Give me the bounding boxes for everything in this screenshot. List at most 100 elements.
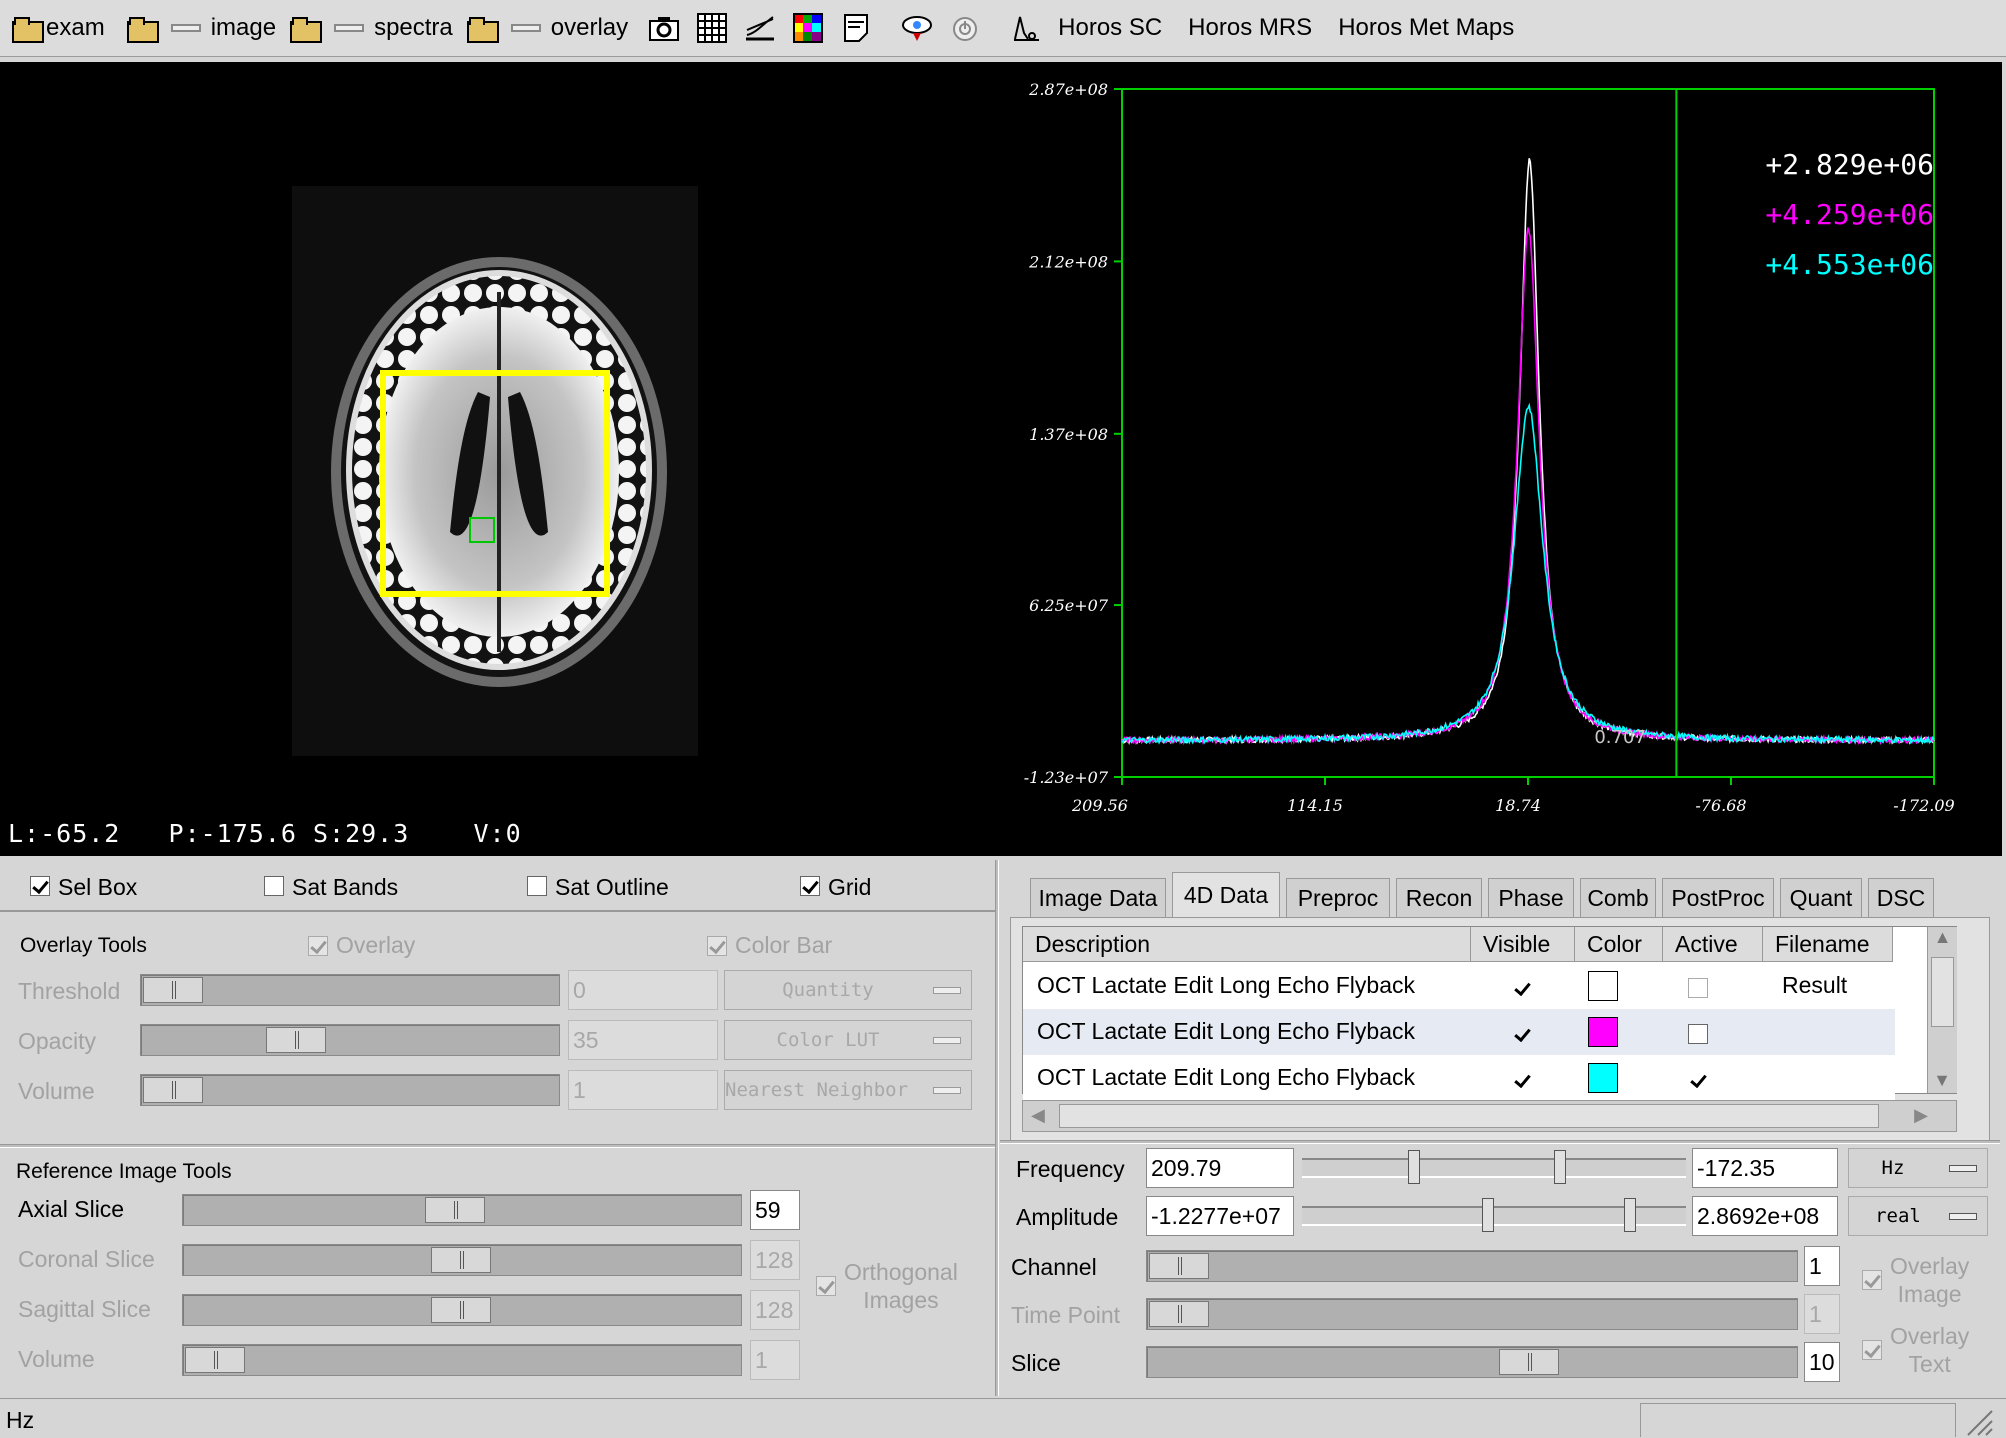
slider-thumb[interactable] [143,1077,203,1103]
slider-thumb[interactable] [1499,1349,1559,1375]
column-header-visible[interactable]: Visible [1471,927,1575,962]
interpolation-select[interactable]: Nearest Neighbor [724,1070,972,1110]
resize-grip-icon[interactable] [1960,1403,1994,1437]
sel-box-checkbox[interactable] [30,876,50,896]
orthogonal-images-checkbox[interactable] [816,1276,836,1296]
horos-sc-link[interactable]: Horos SC [1058,14,1162,42]
dropdown-handle-icon[interactable] [334,24,365,32]
scroll-up-icon[interactable]: ▲ [1928,927,1957,955]
color-lut-select[interactable]: Color LUT [724,1020,972,1060]
grid-checkbox[interactable] [800,876,820,896]
active-checkbox[interactable] [1688,978,1708,998]
column-header-filename[interactable]: Filename [1763,927,1893,962]
open-folder-icon[interactable] [290,17,323,43]
overlay-checkbox[interactable] [308,936,328,956]
note-icon[interactable] [839,11,873,45]
grid-icon[interactable] [695,11,729,45]
row-color-swatch[interactable] [1588,971,1618,1001]
tab-4d-data[interactable]: 4D Data [1172,872,1280,918]
amplitude-range-slider[interactable] [1302,1198,1686,1232]
image-label[interactable]: image [211,14,276,42]
threshold-slider[interactable] [140,974,560,1006]
coronal-slice-slider[interactable] [182,1244,742,1276]
slice-field[interactable]: 10 [1804,1342,1840,1382]
reference-volume-field[interactable]: 1 [750,1340,800,1380]
frequency-max-field[interactable]: -172.35 [1692,1148,1838,1188]
frequency-unit-select[interactable]: Hz [1848,1148,1988,1188]
tab-dsc[interactable]: DSC [1868,878,1934,918]
curve-icon[interactable] [743,11,777,45]
open-folder-icon[interactable] [466,17,499,43]
scroll-thumb[interactable] [1931,957,1954,1027]
slider-thumb[interactable] [185,1347,245,1373]
exam-menu[interactable]: exam [12,14,105,43]
table-vertical-scrollbar[interactable]: ▲ ▼ [1927,927,1957,1093]
slice-slider[interactable] [1146,1346,1798,1378]
axial-slice-slider[interactable] [182,1194,742,1226]
frequency-range-slider[interactable] [1302,1150,1686,1184]
tab-image-data[interactable]: Image Data [1030,878,1166,918]
overlay-text-checkbox[interactable] [1862,1340,1882,1360]
sat-bands-checkbox[interactable] [264,876,284,896]
tab-phase[interactable]: Phase [1488,878,1574,918]
overlay-image-checkbox[interactable] [1862,1270,1882,1290]
overlay-label[interactable]: overlay [551,14,628,42]
column-header-active[interactable]: Active [1663,927,1763,962]
time-point-field[interactable]: 1 [1804,1294,1840,1334]
quantity-select[interactable]: Quantity [724,970,972,1010]
sat-outline-checkbox[interactable] [527,876,547,896]
scroll-down-icon[interactable]: ▼ [1928,1070,1956,1091]
channel-field[interactable]: 1 [1804,1246,1840,1286]
time-point-slider[interactable] [1146,1298,1798,1330]
active-checkbox[interactable] [1688,1070,1708,1090]
dropdown-handle-icon[interactable] [510,24,541,32]
range-thumb-high[interactable] [1554,1150,1566,1184]
scroll-thumb[interactable] [1059,1104,1879,1128]
tab-preproc[interactable]: Preproc [1286,878,1390,918]
color-bar-checkbox[interactable] [707,936,727,956]
open-folder-icon[interactable] [126,17,159,43]
opacity-slider[interactable] [140,1024,560,1056]
sagittal-slice-slider[interactable] [182,1294,742,1326]
channel-slider[interactable] [1146,1250,1798,1282]
horos-mrs-link[interactable]: Horos MRS [1188,14,1312,42]
volume-field[interactable]: 1 [568,1070,718,1110]
visible-checkbox[interactable] [1512,978,1532,998]
tab-recon[interactable]: Recon [1396,878,1482,918]
frequency-min-field[interactable]: 209.79 [1146,1148,1294,1188]
range-thumb-low[interactable] [1408,1150,1420,1184]
visible-checkbox[interactable] [1512,1070,1532,1090]
visible-checkbox[interactable] [1512,1024,1532,1044]
amplitude-min-field[interactable]: -1.2277e+07 [1146,1196,1294,1236]
camera-icon[interactable] [647,11,681,45]
range-thumb-low[interactable] [1482,1198,1494,1232]
slider-thumb[interactable] [431,1297,491,1323]
volume-slider[interactable] [140,1074,560,1106]
column-header-description[interactable]: Description [1023,927,1471,962]
image-viewer[interactable]: L:-65.2 P:-175.6 S:29.3 V:0 [0,62,1002,856]
timer-icon[interactable] [948,11,982,45]
tab-postproc[interactable]: PostProc [1662,878,1774,918]
horos-met-maps-link[interactable]: Horos Met Maps [1338,14,1514,42]
slider-thumb[interactable] [266,1027,326,1053]
slider-thumb[interactable] [425,1197,485,1223]
coronal-slice-field[interactable]: 128 [750,1240,800,1280]
spectra-label[interactable]: spectra [374,14,453,42]
spectrum-plot[interactable]: 2.87e+08 2.12e+08 1.37e+08 6.25e+07 -1.23e+0… [1002,62,2002,856]
scroll-right-icon[interactable]: ▶ [1914,1105,1928,1126]
slider-thumb[interactable] [1149,1301,1209,1327]
color-palette-icon[interactable] [791,11,825,45]
table-horizontal-scrollbar[interactable]: ◀ ▶ [1022,1100,1957,1132]
reference-volume-slider[interactable] [182,1344,742,1376]
slider-thumb[interactable] [143,977,203,1003]
tab-quant[interactable]: Quant [1780,878,1862,918]
active-checkbox[interactable] [1688,1024,1708,1044]
amplitude-max-field[interactable]: 2.8692e+08 [1692,1196,1838,1236]
range-thumb-high[interactable] [1624,1198,1636,1232]
scroll-left-icon[interactable]: ◀ [1031,1105,1045,1126]
slider-thumb[interactable] [1149,1253,1209,1279]
amplitude-mode-select[interactable]: real [1848,1196,1988,1236]
row-color-swatch[interactable] [1588,1063,1618,1093]
row-color-swatch[interactable] [1588,1017,1618,1047]
opacity-field[interactable]: 35 [568,1020,718,1060]
